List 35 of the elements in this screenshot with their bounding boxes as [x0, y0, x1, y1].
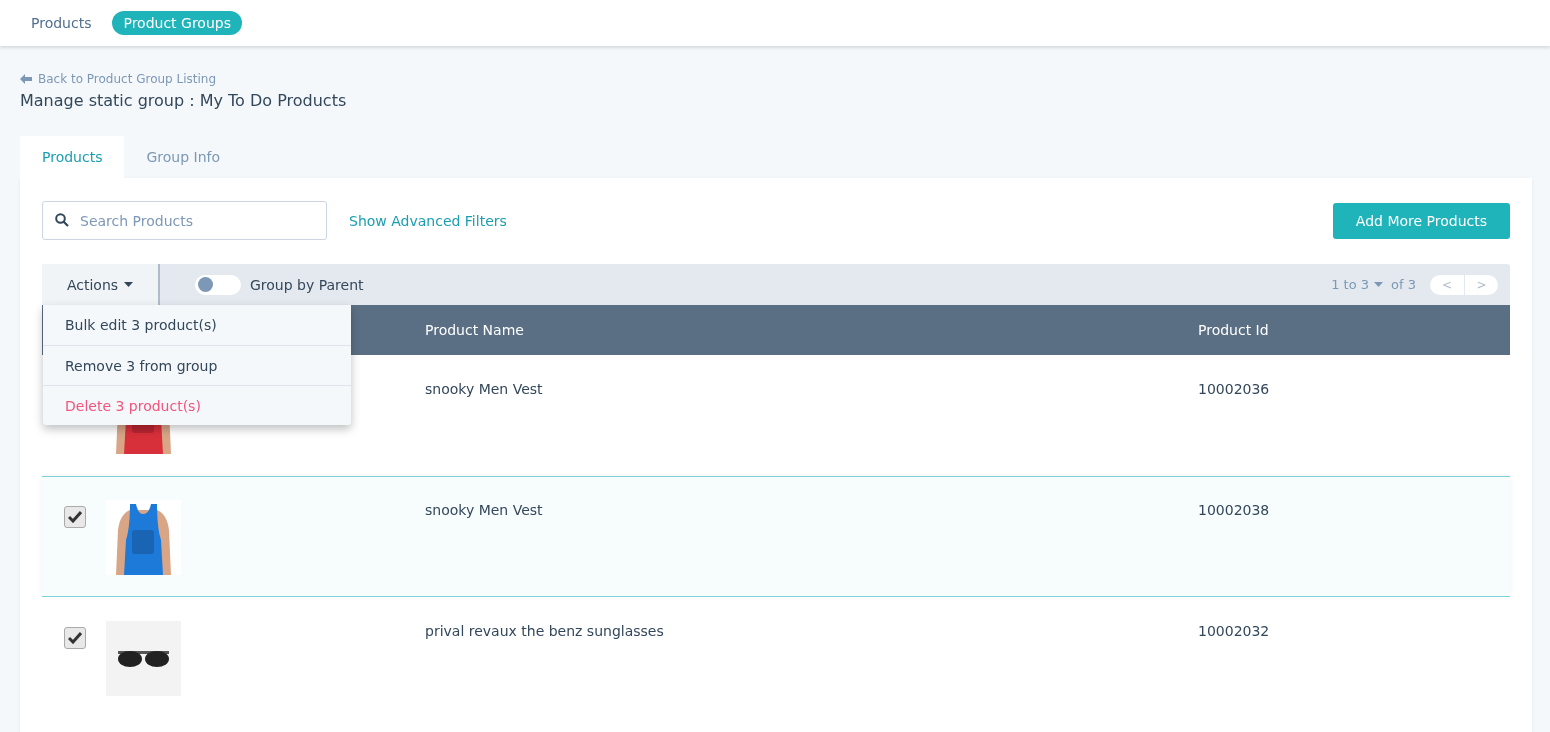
search-icon: [55, 213, 69, 227]
product-name: snooky Men Vest: [425, 502, 543, 518]
checkbox[interactable]: [64, 506, 86, 528]
add-products-button[interactable]: Add More Products: [1332, 202, 1510, 239]
toggle-label: Group by Parent: [250, 276, 364, 293]
next-page-button[interactable]: >: [1464, 274, 1498, 295]
search-field[interactable]: Search Products: [42, 201, 327, 240]
tab[interactable]: Group Info: [124, 136, 243, 178]
column-header: Product Id: [1198, 322, 1269, 338]
advanced-filters-link[interactable]: Show Advanced Filters: [349, 212, 507, 229]
check-icon: [68, 632, 82, 644]
page-title: Manage static group : My To Do Products: [20, 91, 348, 110]
product-id: 10002032: [1198, 623, 1270, 639]
actions-button[interactable]: Actions: [42, 264, 160, 305]
tab[interactable]: Products: [20, 136, 125, 178]
product-id: 10002036: [1198, 381, 1270, 397]
product-id: 10002038: [1198, 502, 1270, 518]
column-header: Product Name: [425, 322, 524, 338]
page-range-dropdown[interactable]: 1 to 3: [1331, 277, 1384, 292]
menu-item[interactable]: Remove 3 from group: [43, 345, 351, 385]
table-row[interactable]: snooky Men Vest 10002038: [42, 476, 1510, 597]
toggle-switch[interactable]: [195, 274, 241, 295]
menu-item[interactable]: Bulk edit 3 product(s): [43, 305, 351, 345]
arrow-left-icon: [20, 74, 32, 84]
caret-icon: [1374, 282, 1384, 287]
menu-item[interactable]: Delete 3 product(s): [43, 385, 351, 425]
page-total: of 3: [1391, 277, 1416, 292]
previous-page-button[interactable]: <: [1430, 274, 1464, 295]
check-icon: [68, 511, 82, 523]
product-name: snooky Men Vest: [425, 381, 543, 397]
product-name: prival revaux the benz sunglasses: [425, 623, 664, 639]
nav-tab[interactable]: Product Groups: [112, 11, 242, 35]
checkbox[interactable]: [64, 627, 86, 649]
caret-icon: [124, 282, 134, 287]
nav-tab[interactable]: Products: [20, 11, 103, 35]
